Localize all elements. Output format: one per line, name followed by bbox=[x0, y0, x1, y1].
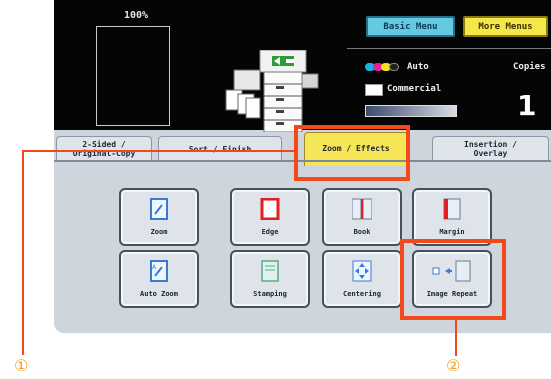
zoom-percentage: 100% bbox=[124, 10, 149, 21]
color-mode-icon bbox=[365, 63, 405, 71]
stamping-label: Stamping bbox=[253, 290, 287, 298]
edge-button[interactable]: Edge bbox=[230, 188, 310, 246]
book-label: Book bbox=[353, 228, 371, 236]
color-mode-label: Auto bbox=[407, 62, 429, 72]
auto-zoom-icon: A bbox=[150, 260, 168, 282]
copies-count: 1 bbox=[517, 89, 537, 122]
preview-area: 100% Basic Menu More Menus Auto Copies C… bbox=[54, 0, 551, 132]
callout-line-1-horizontal bbox=[22, 150, 294, 152]
centering-button[interactable]: Centering bbox=[322, 250, 402, 308]
stamping-button[interactable]: Stamping bbox=[230, 250, 310, 308]
copier-machine-icon bbox=[225, 50, 319, 132]
more-menus-button[interactable]: More Menus bbox=[463, 16, 548, 37]
centering-label: Centering bbox=[343, 290, 381, 298]
centering-icon bbox=[352, 260, 372, 282]
status-panel: Auto Copies Commercial 1 bbox=[347, 48, 551, 131]
paper-type-label: Commercial bbox=[387, 84, 442, 94]
auto-zoom-label: Auto Zoom bbox=[140, 290, 178, 298]
stamping-icon bbox=[261, 260, 279, 282]
auto-zoom-button[interactable]: A Auto Zoom bbox=[119, 250, 199, 308]
highlight-image-repeat bbox=[400, 239, 506, 320]
paper-preview bbox=[96, 26, 170, 126]
density-bar bbox=[365, 105, 457, 117]
basic-menu-button[interactable]: Basic Menu bbox=[366, 16, 455, 37]
edge-label: Edge bbox=[261, 228, 279, 236]
tab-2-sided-original-copy[interactable]: 2-Sided / Original-Copy bbox=[56, 136, 152, 161]
callout-line-2 bbox=[455, 318, 457, 356]
book-button[interactable]: Book bbox=[322, 188, 402, 246]
tab-sort-finish[interactable]: Sort / Finish bbox=[158, 136, 282, 161]
margin-icon bbox=[443, 198, 461, 220]
margin-label: Margin bbox=[439, 228, 465, 236]
paper-type-icon bbox=[365, 84, 383, 96]
copier-touch-screen: 100% Basic Menu More Menus Auto Copies C… bbox=[54, 0, 551, 333]
highlight-zoom-effects-tab bbox=[294, 125, 410, 181]
callout-number-2: ② bbox=[446, 356, 461, 375]
callout-number-1: ① bbox=[14, 356, 29, 375]
edge-icon bbox=[260, 198, 280, 220]
callout-line-1-vertical bbox=[22, 150, 24, 355]
zoom-icon bbox=[150, 198, 168, 220]
margin-button[interactable]: Margin bbox=[412, 188, 492, 246]
tab-insertion-overlay[interactable]: Insertion / Overlay bbox=[432, 136, 549, 161]
book-icon bbox=[352, 198, 372, 220]
copies-label: Copies bbox=[513, 62, 546, 72]
zoom-button[interactable]: Zoom bbox=[119, 188, 199, 246]
zoom-label: Zoom bbox=[150, 228, 168, 236]
